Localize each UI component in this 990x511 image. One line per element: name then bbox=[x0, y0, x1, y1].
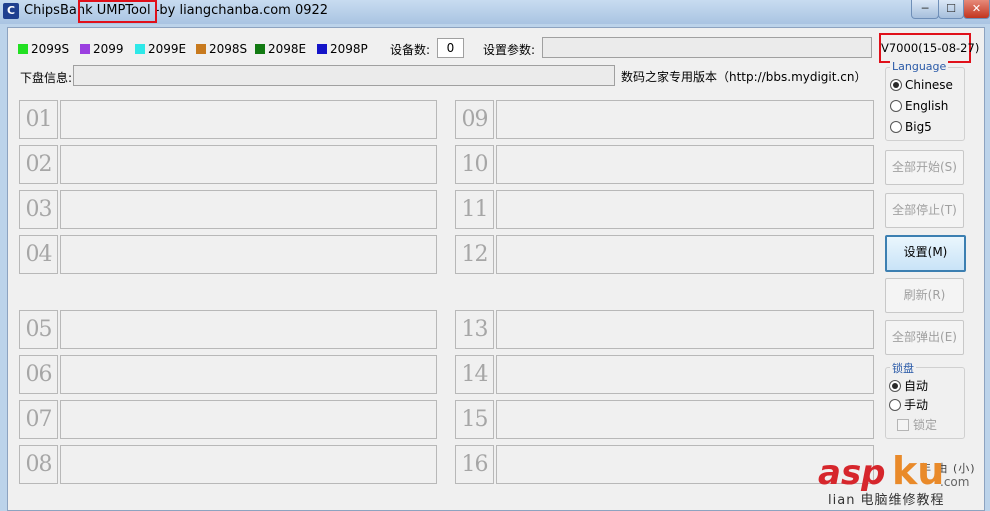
device-count-value: 0 bbox=[437, 38, 464, 58]
legend-swatch bbox=[18, 44, 28, 54]
watermark-logo: asp ku .com lian 电脑维修教程 bbox=[818, 445, 983, 508]
radio-label: Big5 bbox=[905, 120, 932, 134]
slot-number: 14 bbox=[455, 355, 494, 394]
slot-number: 03 bbox=[19, 190, 58, 229]
slot-status-field[interactable] bbox=[60, 310, 437, 349]
slot-number: 11 bbox=[455, 190, 494, 229]
title-highlight-box bbox=[78, 0, 157, 23]
legend-item-2099: 2099 bbox=[80, 42, 124, 56]
language-chinese-radio[interactable]: Chinese bbox=[890, 78, 953, 92]
radio-label: 手动 bbox=[904, 398, 929, 412]
slot-number: 04 bbox=[19, 235, 58, 274]
close-button[interactable]: ✕ bbox=[963, 0, 990, 19]
legend-swatch bbox=[317, 44, 327, 54]
maximize-button[interactable]: ☐ bbox=[938, 0, 964, 19]
settings-params-field bbox=[542, 37, 872, 58]
app-icon: C bbox=[3, 3, 19, 19]
slot-status-field[interactable] bbox=[496, 400, 874, 439]
eject-all-button[interactable]: 全部弹出(E) bbox=[885, 320, 964, 355]
minimize-button[interactable]: ─ bbox=[911, 0, 939, 19]
radio-selected-icon bbox=[890, 79, 902, 91]
slot-number: 16 bbox=[455, 445, 494, 484]
legend-swatch bbox=[255, 44, 265, 54]
language-group-title: Language bbox=[890, 60, 949, 73]
slot-status-field[interactable] bbox=[60, 400, 437, 439]
edition-note: 数码之家专用版本（http://bbs.mydigit.cn） bbox=[621, 70, 867, 84]
slot-number: 15 bbox=[455, 400, 494, 439]
radio-label: Chinese bbox=[905, 78, 953, 92]
slot-status-field[interactable] bbox=[496, 190, 874, 229]
radio-icon bbox=[889, 398, 901, 411]
watermark-ku: ku bbox=[892, 449, 945, 493]
radio-icon bbox=[890, 121, 902, 133]
slot-number: 06 bbox=[19, 355, 58, 394]
legend-item-2099s: 2099S bbox=[18, 42, 69, 56]
legend-swatch bbox=[196, 44, 206, 54]
slot-status-field[interactable] bbox=[60, 355, 437, 394]
legend-swatch bbox=[80, 44, 90, 54]
legend-label: 2098S bbox=[209, 42, 248, 56]
checkbox-icon bbox=[897, 418, 909, 431]
start-all-button[interactable]: 全部开始(S) bbox=[885, 150, 964, 185]
refresh-button[interactable]: 刷新(R) bbox=[885, 278, 964, 313]
stop-all-button[interactable]: 全部停止(T) bbox=[885, 193, 964, 228]
watermark-com: .com bbox=[940, 475, 970, 489]
watermark-asp: asp bbox=[818, 453, 886, 493]
settings-params-label: 设置参数: bbox=[483, 43, 536, 57]
slot-status-field[interactable] bbox=[60, 235, 437, 274]
legend-label: 2099 bbox=[93, 42, 124, 56]
slot-status-field[interactable] bbox=[60, 100, 437, 139]
slot-number: 10 bbox=[455, 145, 494, 184]
slot-status-field[interactable] bbox=[496, 145, 874, 184]
legend-label: 2098P bbox=[330, 42, 368, 56]
version-label: V7000(15-08-27) bbox=[879, 33, 979, 63]
main-panel: 2099S 2099 2099E 2098S 2098E 2098P 设备数: … bbox=[7, 27, 985, 511]
slot-status-field[interactable] bbox=[496, 355, 874, 394]
slot-number: 12 bbox=[455, 235, 494, 274]
slot-status-field[interactable] bbox=[60, 445, 437, 484]
window-title: ChipsBank UMPTool -by liangchanba.com 09… bbox=[24, 3, 329, 18]
slot-status-field[interactable] bbox=[60, 190, 437, 229]
legend-item-2098p: 2098P bbox=[317, 42, 368, 56]
legend-item-2098s: 2098S bbox=[196, 42, 247, 56]
radio-label: English bbox=[905, 99, 949, 113]
settings-button[interactable]: 设置(M) bbox=[885, 235, 966, 272]
checkbox-label: 锁定 bbox=[913, 418, 938, 432]
slot-number: 01 bbox=[19, 100, 58, 139]
radio-selected-icon bbox=[889, 379, 901, 392]
download-info-field bbox=[73, 65, 615, 86]
radio-icon bbox=[890, 100, 902, 112]
radio-label: 自动 bbox=[904, 379, 929, 393]
lock-manual-radio[interactable]: 手动 bbox=[889, 396, 928, 413]
legend-item-2098e: 2098E bbox=[255, 42, 306, 56]
lock-group-title: 锁盘 bbox=[890, 360, 916, 376]
slot-number: 08 bbox=[19, 445, 58, 484]
legend-item-2099e: 2099E bbox=[135, 42, 186, 56]
legend-label: 2098E bbox=[268, 42, 307, 56]
slot-number: 07 bbox=[19, 400, 58, 439]
slot-number: 09 bbox=[455, 100, 494, 139]
title-bar: C ChipsBank UMPTool -by liangchanba.com … bbox=[0, 0, 990, 24]
lock-checkbox[interactable]: 锁定 bbox=[897, 416, 937, 433]
legend-swatch bbox=[135, 44, 145, 54]
language-big5-radio[interactable]: Big5 bbox=[890, 120, 932, 134]
slot-status-field[interactable] bbox=[496, 235, 874, 274]
legend-label: 2099E bbox=[148, 42, 187, 56]
watermark-subtitle: lian 电脑维修教程 bbox=[828, 493, 945, 508]
slot-number: 02 bbox=[19, 145, 58, 184]
slot-number: 13 bbox=[455, 310, 494, 349]
lock-auto-radio[interactable]: 自动 bbox=[889, 377, 928, 394]
language-english-radio[interactable]: English bbox=[890, 99, 948, 113]
slot-status-field[interactable] bbox=[496, 310, 874, 349]
download-info-label: 下盘信息: bbox=[20, 71, 73, 85]
device-count-label: 设备数: bbox=[390, 43, 431, 57]
slot-status-field[interactable] bbox=[496, 100, 874, 139]
legend-label: 2099S bbox=[31, 42, 70, 56]
slot-number: 05 bbox=[19, 310, 58, 349]
slot-status-field[interactable] bbox=[60, 145, 437, 184]
